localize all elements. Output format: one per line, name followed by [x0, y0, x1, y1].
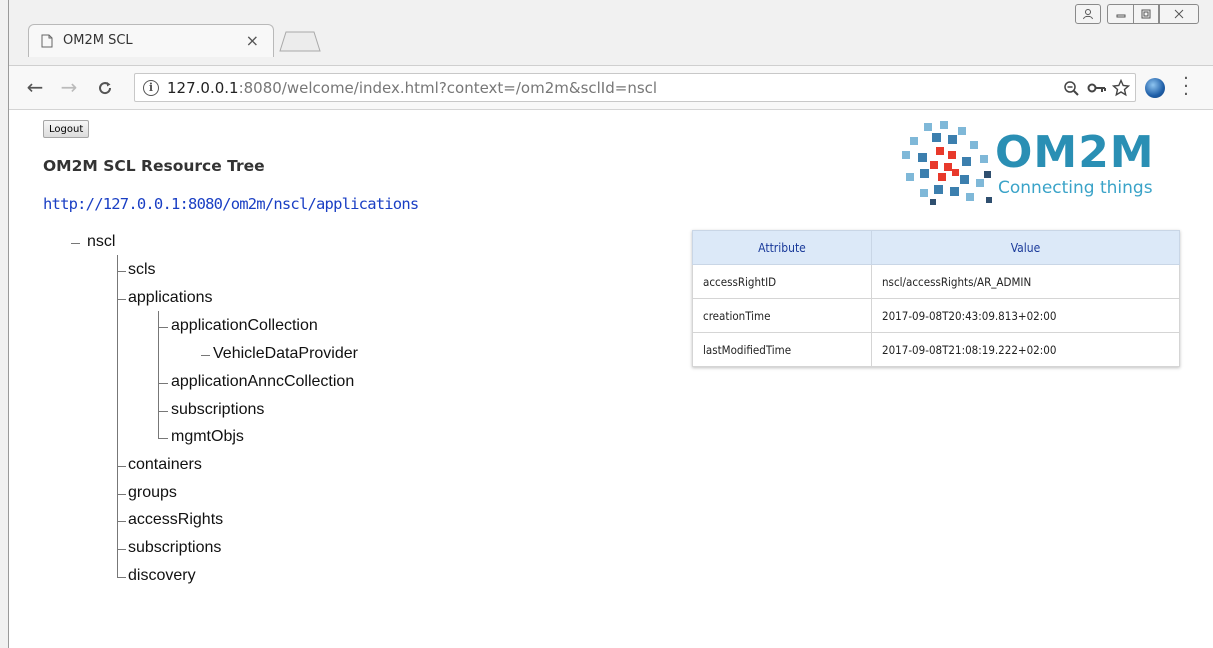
zoom-icon[interactable]	[1063, 80, 1080, 97]
tree-node-applications[interactable]: applications	[128, 289, 213, 307]
table-header-row: Attribute Value	[692, 230, 1180, 265]
attribute-value: 2017-09-08T21:08:19.222+02:00	[871, 332, 1180, 367]
logout-button[interactable]: Logout	[43, 120, 90, 138]
attribute-table: Attribute Value accessRightID nscl/acces…	[692, 230, 1180, 367]
maximize-button[interactable]	[1133, 4, 1159, 24]
attribute-name: lastModifiedTime	[692, 332, 872, 367]
tree-node-discovery[interactable]: discovery	[128, 567, 196, 585]
tree-node-containers[interactable]: containers	[128, 456, 202, 474]
reload-icon[interactable]	[93, 76, 117, 100]
table-row: lastModifiedTime 2017-09-08T21:08:19.222…	[692, 332, 1180, 367]
window-border	[0, 0, 9, 648]
tree-node-app-subscriptions[interactable]: subscriptions	[171, 401, 264, 419]
column-header-value: Value	[871, 230, 1180, 265]
page-icon	[41, 34, 53, 48]
table-row: accessRightID nscl/accessRights/AR_ADMIN	[692, 264, 1180, 299]
tree-node-nscl[interactable]: nscl	[87, 233, 115, 251]
column-header-attribute: Attribute	[692, 230, 872, 265]
tree-node-vehicledataprovider[interactable]: VehicleDataProvider	[213, 345, 358, 363]
menu-icon[interactable]: · · ·	[1181, 70, 1191, 104]
tree-node-subscriptions[interactable]: subscriptions	[128, 539, 221, 557]
table-row: creationTime 2017-09-08T20:43:09.813+02:…	[692, 298, 1180, 333]
new-tab-button[interactable]	[278, 30, 322, 52]
forward-arrow-icon[interactable]: →	[57, 76, 81, 100]
attribute-value: nscl/accessRights/AR_ADMIN	[871, 264, 1180, 299]
page-title: OM2M SCL Resource Tree	[43, 157, 265, 175]
key-icon[interactable]	[1087, 81, 1107, 95]
tree-node-applicationcollection[interactable]: applicationCollection	[171, 317, 318, 335]
window-titlebar: OM2M SCL ×	[0, 0, 1213, 66]
minimize-button[interactable]	[1107, 4, 1133, 24]
logo-mosaic-icon	[902, 121, 992, 205]
profile-icon[interactable]	[1075, 4, 1101, 24]
attribute-value: 2017-09-08T20:43:09.813+02:00	[871, 298, 1180, 333]
attribute-name: creationTime	[692, 298, 872, 333]
info-icon[interactable]: i	[143, 80, 159, 96]
logo-wordmark: OM2M	[995, 127, 1155, 178]
url-text: 127.0.0.1:8080/welcome/index.html?contex…	[167, 79, 658, 97]
tab-title: OM2M SCL	[63, 33, 133, 48]
extension-globe-icon[interactable]	[1145, 78, 1165, 98]
page-content: Logout OM2M SCL Resource Tree http://127…	[10, 111, 1213, 648]
tree-node-scls[interactable]: scls	[128, 261, 156, 279]
attribute-name: accessRightID	[692, 264, 872, 299]
browser-tab[interactable]: OM2M SCL ×	[28, 24, 274, 57]
close-window-button[interactable]	[1159, 4, 1199, 24]
window-controls	[1075, 4, 1199, 24]
tree-node-groups[interactable]: groups	[128, 484, 177, 502]
address-bar[interactable]: i 127.0.0.1:8080/welcome/index.html?cont…	[134, 73, 1136, 102]
tree-node-mgmtobjs[interactable]: mgmtObjs	[171, 428, 244, 446]
browser-toolbar: ← → i 127.0.0.1:8080/welcome/index.html?…	[9, 66, 1213, 110]
back-arrow-icon[interactable]: ←	[23, 76, 47, 100]
logo-tagline: Connecting things	[998, 178, 1153, 198]
om2m-logo: OM2M Connecting things	[900, 119, 1190, 207]
tree-node-accessrights[interactable]: accessRights	[128, 511, 223, 529]
tree-node-applicationannccollection[interactable]: applicationAnncCollection	[171, 373, 354, 391]
star-icon[interactable]	[1112, 79, 1130, 97]
resource-url-link[interactable]: http://127.0.0.1:8080/om2m/nscl/applicat…	[43, 195, 419, 213]
tab-close-button[interactable]: ×	[246, 31, 259, 50]
